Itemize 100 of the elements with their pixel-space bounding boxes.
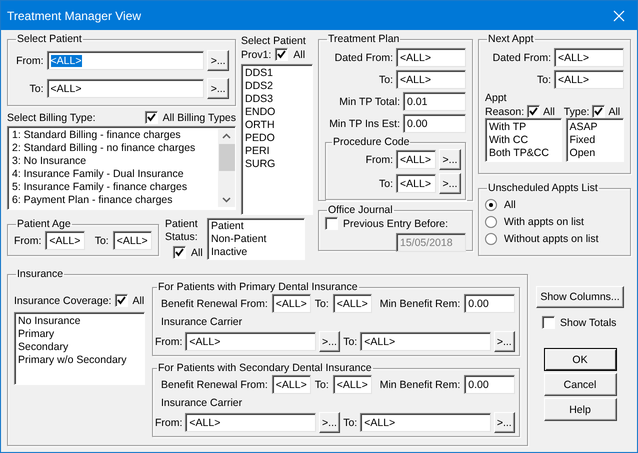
carrier-label: Insurance Carrier (160, 315, 244, 329)
carrier-field[interactable]: <ALL> (360, 413, 491, 432)
checkbox[interactable] (173, 246, 186, 259)
list-item[interactable]: Fixed (570, 134, 620, 147)
browse-button[interactable]: >... (494, 331, 515, 352)
amount-field[interactable]: 0.00 (464, 294, 515, 313)
field-label: To: (314, 298, 329, 310)
browse-button[interactable]: >... (207, 50, 229, 71)
list-item[interactable]: ENDO (245, 106, 309, 119)
list-item[interactable]: Open (570, 147, 620, 160)
list-item[interactable]: Secondary (18, 341, 141, 354)
radio-label: With appts on list (504, 216, 584, 228)
list-item[interactable]: DDS2 (245, 80, 309, 93)
list-item[interactable]: 3: No Insurance (12, 155, 218, 168)
field-label: From: (155, 336, 182, 348)
list-item[interactable]: PERI (245, 145, 309, 158)
group-title: Patient Age (16, 218, 72, 231)
list-item[interactable]: SURG (245, 158, 309, 171)
field-label: To: (94, 234, 109, 246)
field-label: From: (15, 54, 44, 66)
browse-button[interactable]: >... (318, 412, 340, 433)
code-field[interactable]: <ALL> (396, 174, 436, 193)
list-item[interactable]: With CC (489, 134, 558, 147)
browse-button[interactable]: >... (494, 412, 515, 433)
list-item[interactable]: With TP (489, 121, 558, 134)
text-field[interactable]: <ALL> (396, 48, 466, 67)
browse-button[interactable]: >... (318, 331, 340, 352)
list-item[interactable]: ORTH (245, 119, 309, 132)
date-field[interactable]: <ALL> (554, 48, 624, 67)
list-item[interactable]: DDS3 (245, 93, 309, 106)
date-field[interactable]: <ALL> (332, 375, 372, 394)
browse-button[interactable]: >... (439, 173, 461, 194)
field-label: To: (536, 74, 551, 86)
checkbox[interactable] (527, 105, 540, 118)
patient-field[interactable]: <ALL> (46, 79, 204, 98)
scroll-up-icon[interactable] (222, 133, 231, 139)
list-item[interactable]: ASAP (570, 121, 620, 134)
checkbox[interactable] (542, 316, 555, 329)
scroll-down-icon[interactable] (222, 197, 231, 203)
text-field[interactable]: 0.01 (403, 92, 466, 111)
text-field[interactable]: <ALL> (396, 70, 466, 89)
list-item[interactable]: Primary (18, 328, 141, 341)
date-field[interactable]: <ALL> (554, 70, 624, 89)
checkbox[interactable] (592, 105, 606, 118)
checkbox[interactable] (275, 48, 288, 61)
radio-label: All (504, 199, 516, 211)
browse-button[interactable]: >... (207, 78, 229, 99)
field-label: To: (343, 416, 358, 428)
carrier-field[interactable]: <ALL> (185, 413, 316, 432)
carrier-field[interactable]: <ALL> (185, 332, 316, 351)
group-title: Insurance (16, 268, 64, 281)
field-label: To: (343, 336, 358, 348)
date-field[interactable]: <ALL> (272, 375, 311, 394)
checkbox-label: All (191, 246, 203, 258)
field-label: Dated From: (492, 52, 551, 64)
date-field[interactable]: <ALL> (272, 294, 311, 313)
dialog-button[interactable]: OK (544, 348, 616, 371)
show-columns-button[interactable]: Show Columns... (536, 286, 624, 308)
list-item[interactable]: DDS1 (245, 67, 309, 80)
list-item[interactable]: PEDO (245, 132, 309, 145)
list-item[interactable]: Inactive (211, 246, 301, 259)
checkbox-label: Previous Entry Before: (343, 218, 448, 230)
radio-button[interactable] (485, 199, 497, 211)
coverage-label: Insurance Coverage: (14, 294, 112, 306)
checkbox-label: All (608, 106, 620, 118)
checkbox-label: All (543, 106, 555, 118)
list-item[interactable]: 6: Payment Plan - finance charges (12, 194, 218, 207)
list-item[interactable]: Primary w/o Secondary (18, 354, 141, 367)
list-item[interactable]: Patient (211, 220, 301, 233)
age-field[interactable]: <ALL> (45, 231, 85, 250)
list-item[interactable]: 5: Insurance Family - finance charges (12, 181, 218, 194)
text-field[interactable]: 0.00 (403, 114, 466, 133)
checkbox[interactable] (115, 294, 128, 307)
dialog-button[interactable]: Help (544, 398, 616, 421)
provider-label: Select Patient (241, 35, 307, 48)
list-item[interactable]: 1: Standard Billing - finance charges (12, 129, 218, 142)
amount-field[interactable]: 0.00 (464, 375, 515, 394)
checkbox-label: All (293, 48, 306, 60)
browse-button[interactable]: >... (439, 149, 461, 170)
code-field[interactable]: <ALL> (396, 150, 436, 169)
list-item[interactable]: 2: Standard Billing - no finance charges (12, 142, 218, 155)
checkbox[interactable] (144, 111, 158, 124)
group-title: Office Journal (327, 204, 394, 217)
radio-label: Without appts on list (504, 233, 599, 245)
close-icon[interactable] (613, 10, 625, 22)
scrollbar[interactable] (218, 129, 235, 207)
radio-button[interactable] (485, 233, 497, 245)
list-item[interactable]: Both TP&CC (489, 147, 558, 160)
age-field[interactable]: <ALL> (112, 231, 152, 250)
date-field[interactable]: <ALL> (332, 294, 372, 313)
list-item[interactable]: Non-Patient (211, 233, 301, 246)
patient-field[interactable]: <ALL> (46, 51, 204, 70)
radio-button[interactable] (485, 216, 497, 228)
group-title: Unscheduled Appts List (487, 182, 599, 195)
carrier-field[interactable]: <ALL> (360, 332, 491, 351)
dialog-button[interactable]: Cancel (544, 373, 616, 396)
list-item[interactable]: 4: Insurance Family - Dual Insurance (12, 168, 218, 181)
checkbox[interactable] (325, 217, 338, 230)
list-item[interactable]: No Insurance (18, 315, 141, 328)
scroll-thumb[interactable] (218, 144, 234, 171)
